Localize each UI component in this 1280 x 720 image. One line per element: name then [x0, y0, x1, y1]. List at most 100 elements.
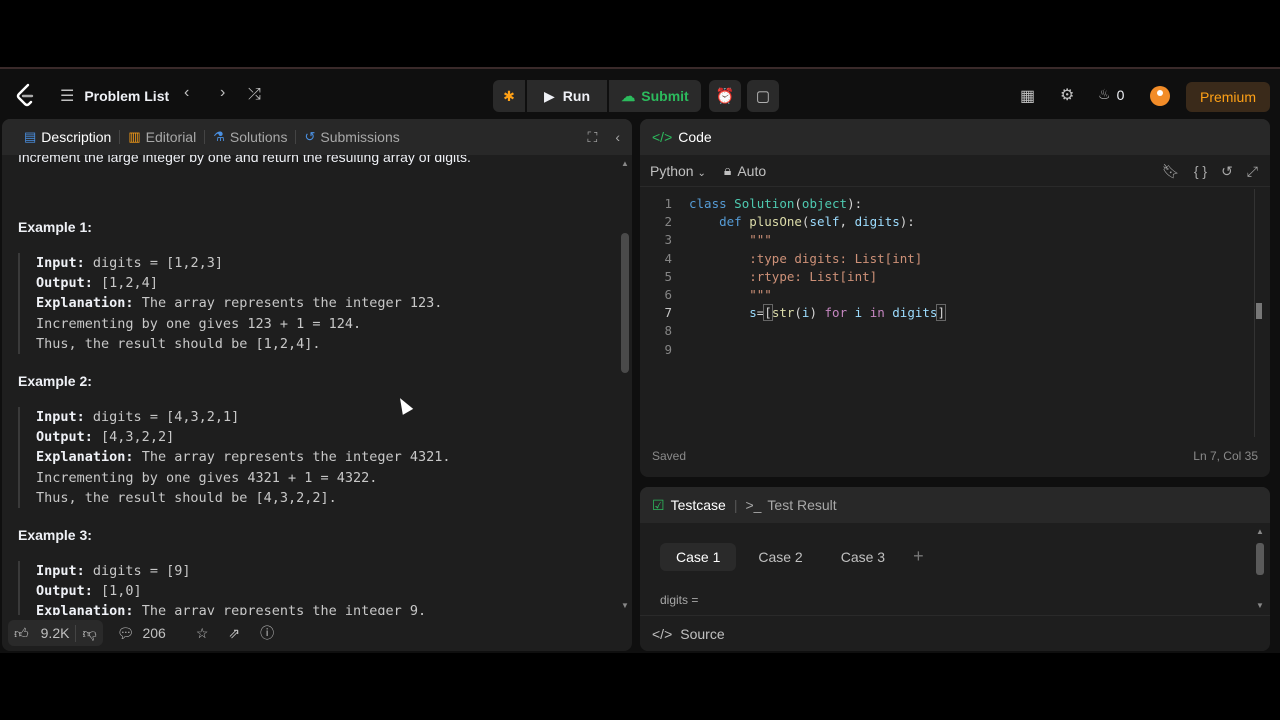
problem-list-button[interactable]: ☰ Problem List [60, 86, 169, 106]
gear-icon[interactable]: ⚙ [1060, 85, 1074, 105]
tab-description[interactable]: ▤ Description [16, 129, 119, 145]
editor-scrollbar[interactable] [1254, 189, 1262, 437]
tab-submissions-label: Submissions [320, 129, 400, 145]
scroll-down-icon[interactable]: ▼ [1256, 601, 1264, 610]
logo-icon[interactable] [14, 83, 36, 107]
run-label: Run [562, 88, 590, 104]
example-explanation-line: Incrementing by one gives 123 + 1 = 124. [36, 315, 362, 332]
next-problem-icon[interactable]: › [220, 84, 225, 102]
example-explanation-line: Incrementing by one gives 4321 + 1 = 432… [36, 469, 378, 486]
code-title: Code [678, 129, 712, 145]
prev-problem-icon[interactable]: ‹ [184, 84, 189, 102]
testcase-scrollbar[interactable]: ▲ ▼ [1254, 527, 1266, 615]
output-label: Output: [36, 583, 93, 600]
star-icon[interactable]: ☆ [196, 625, 209, 642]
thumbs-down-icon[interactable]: 👎︎ [75, 624, 102, 642]
scroll-up-icon[interactable]: ▲ [621, 159, 629, 168]
add-case-icon[interactable]: + [907, 543, 924, 571]
expand-icon[interactable]: ⤢ [1247, 163, 1258, 180]
source-label: Source [680, 625, 725, 642]
scroll-up-icon[interactable]: ▲ [1256, 527, 1264, 536]
list-icon: ☰ [60, 88, 75, 105]
collapse-icon[interactable]: ‹ [615, 129, 620, 146]
play-icon: ▶ [544, 87, 555, 104]
avatar[interactable] [1150, 86, 1170, 106]
book-icon: ▥ [128, 129, 141, 144]
timer-button[interactable]: ⏰ [709, 80, 741, 112]
example-output: [1,2,4] [101, 275, 158, 292]
shuffle-icon[interactable]: ⤮ [248, 86, 261, 104]
share-icon[interactable]: ⇗ [228, 625, 240, 642]
explanation-label: Explanation: [36, 603, 134, 615]
terminal-icon: >_ [745, 497, 762, 513]
fire-icon: ♨ [1098, 86, 1111, 102]
layout-icon[interactable]: ▦ [1020, 86, 1035, 106]
app-window: ☰ Problem List ‹ › ⤮ ✱ ▶ Run ☁ Submit ⏰ ▢ … [0, 67, 1280, 653]
left-panel-controls: ⛶ ‹ [588, 129, 620, 146]
example-2-title: Example 2: [18, 373, 92, 389]
tab-test-result[interactable]: Test Result [767, 497, 836, 513]
format-braces-icon[interactable]: { } [1194, 163, 1207, 180]
case-tab-1[interactable]: Case 1 [660, 543, 737, 571]
case-tabs: Case 1 Case 2 Case 3 + [660, 543, 924, 571]
language-select[interactable]: Python ⌄ [650, 163, 706, 179]
comment-icon[interactable]: 💬︎ [117, 625, 135, 642]
thumbs-up-icon[interactable]: 👍︎ [8, 625, 35, 642]
left-tab-bar: ▤ Description ▥ Editorial ⚗ Solutions ↺ Subm… [2, 119, 632, 155]
help-icon[interactable]: ⓘ [260, 623, 274, 643]
example-output: [1,0] [101, 583, 142, 600]
example-3-block: Input: digits = [9] Output: [1,0] Explan… [18, 561, 426, 615]
input-label: Input: [36, 563, 85, 579]
example-input: digits = [1,2,3] [92, 255, 223, 271]
chevron-down-icon: ⌄ [697, 167, 706, 179]
example-explanation-line: Thus, the result should be [4,3,2,2]. [36, 489, 337, 506]
problem-list-label: Problem List [84, 88, 170, 104]
tab-divider: | [733, 497, 738, 513]
example-explanation-line: Thus, the result should be [1,2,4]. [36, 335, 321, 352]
tab-testcase[interactable]: Testcase [671, 497, 726, 513]
premium-button[interactable]: Premium [1186, 82, 1270, 112]
reset-icon[interactable]: ↺ [1221, 163, 1233, 180]
bug-icon: ✱ [503, 87, 515, 104]
streak-counter[interactable]: ♨ 0 [1098, 86, 1124, 103]
bookmark-icon[interactable]: 🔖︎ [1162, 163, 1180, 180]
code-panel: </> Code Python ⌄ 🔒︎ Auto 🔖︎ { } ↺ ⤢ 1 cl… [640, 119, 1270, 477]
explanation-label: Explanation: [36, 449, 134, 466]
description-text: Increment the large integer by one and r… [18, 155, 471, 165]
case-tab-3[interactable]: Case 3 [825, 543, 901, 571]
code-editor[interactable]: 1 class Solution(object): 2 def plusOne(s… [640, 195, 1260, 359]
scroll-thumb[interactable] [1256, 543, 1264, 575]
example-explanation: The array represents the integer 123. [141, 295, 443, 312]
scroll-thumb[interactable] [621, 233, 629, 373]
maximize-icon[interactable]: ⛶ [588, 129, 598, 146]
description-panel: ▤ Description ▥ Editorial ⚗ Solutions ↺ Subm… [2, 119, 632, 651]
debug-button[interactable]: ✱ [493, 80, 525, 112]
history-icon: ↺ [304, 129, 316, 144]
tab-submissions[interactable]: ↺ Submissions [296, 129, 407, 145]
output-label: Output: [36, 429, 93, 446]
tab-editorial[interactable]: ▥ Editorial [120, 129, 204, 145]
document-icon: ▤ [24, 129, 37, 144]
code-header: </> Code [640, 119, 1270, 155]
run-button[interactable]: ▶ Run [527, 80, 607, 112]
example-input: digits = [4,3,2,1] [92, 409, 240, 425]
input-label: Input: [36, 255, 85, 271]
scroll-down-icon[interactable]: ▼ [621, 601, 629, 610]
testcase-header: ☑ Testcase | >_ Test Result [640, 487, 1270, 523]
notes-button[interactable]: ▢ [747, 80, 779, 112]
tab-solutions-label: Solutions [229, 129, 288, 145]
source-bar[interactable]: </> Source [640, 615, 1270, 651]
alarm-icon: ⏰ [715, 88, 735, 105]
case-tab-2[interactable]: Case 2 [742, 543, 818, 571]
digits-label: digits = [660, 593, 699, 607]
submit-button[interactable]: ☁ Submit [609, 80, 701, 112]
run-submit-group: ✱ ▶ Run ☁ Submit [493, 80, 701, 112]
example-3-title: Example 3: [18, 527, 92, 543]
testcase-panel: ☑ Testcase | >_ Test Result Case 1 Case … [640, 487, 1270, 651]
auto-mode[interactable]: Auto [737, 163, 766, 179]
like-dislike-group: 👍︎ 9.2K 👎︎ [8, 620, 103, 646]
tab-solutions[interactable]: ⚗ Solutions [205, 129, 295, 145]
description-scrollbar[interactable]: ▲ ▼ [619, 155, 629, 615]
description-content: Increment the large integer by one and r… [2, 155, 616, 615]
example-1-block: Input: digits = [1,2,3] Output: [1,2,4] … [18, 253, 443, 355]
